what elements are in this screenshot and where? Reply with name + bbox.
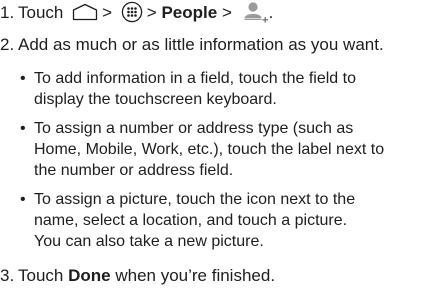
bullet-item: • To assign a number or address type (su… (18, 118, 438, 181)
bullet-line: To assign a number or address type (such… (34, 120, 354, 137)
separator: > (102, 3, 113, 22)
step-number: 1. (0, 3, 15, 22)
bullet-line: To add information in a field, touch the… (34, 70, 356, 87)
separator: > (221, 3, 232, 22)
bullet-line: You can also take a new picture. (34, 233, 264, 250)
apps-icon (121, 1, 143, 23)
step-3: 3. Touch Done when you’re finished. (0, 265, 275, 287)
bullet-dot: • (20, 70, 26, 87)
done-label: Done (68, 266, 111, 285)
step-text: Touch (18, 3, 64, 22)
step-text: Add as much or as little information as … (18, 35, 384, 54)
step-1: 1. Touch > > People > . (0, 1, 274, 25)
step-text: Touch (18, 266, 64, 285)
step-2: 2. Add as much or as little information a… (0, 34, 384, 56)
bullet-line: display the touchscreen keyboard. (34, 91, 277, 108)
bullet-dot: • (20, 120, 26, 137)
bullet-item: • To assign a picture, touch the icon ne… (18, 189, 438, 252)
people-label: People (161, 3, 218, 22)
step-number: 2. (0, 35, 15, 54)
bullet-dot: • (20, 191, 26, 208)
bullet-line: To assign a picture, touch the icon next… (34, 191, 356, 208)
bullet-list: • To add information in a field, touch t… (18, 68, 438, 260)
bullet-line: Home, Mobile, Work, etc.), touch the lab… (34, 141, 385, 158)
bullet-line: name, select a location, and touch a pic… (34, 212, 348, 229)
instruction-document: 1. Touch > > People > . 2. Add as much o… (0, 0, 439, 293)
bullet-item: • To add information in a field, touch t… (18, 68, 438, 110)
home-icon (72, 3, 98, 21)
step-number: 3. (0, 266, 15, 285)
add-contact-icon (243, 1, 269, 23)
bullet-line: the number or address field. (34, 162, 234, 179)
separator: > (146, 3, 157, 22)
period: . (268, 3, 274, 22)
step-text: when you’re finished. (115, 266, 276, 285)
